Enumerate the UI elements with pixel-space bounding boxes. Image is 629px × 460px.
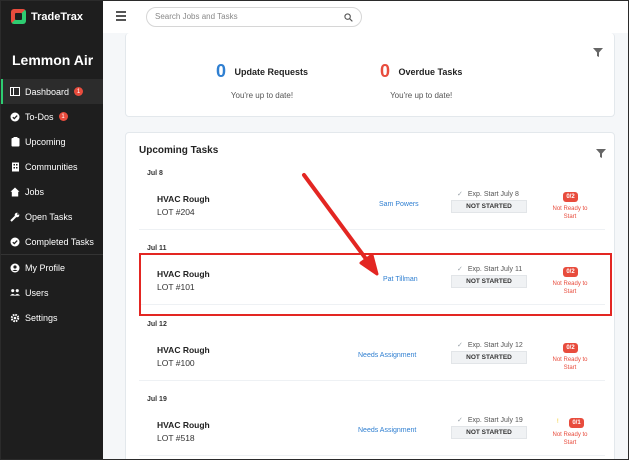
overdue-tasks-label: Overdue Tasks [398,66,463,77]
expected-start: ✓ Exp. Start July 19 [457,416,523,424]
expected-start-text: Exp. Start July 8 [467,191,519,198]
sidebar-item-my-profile[interactable]: My Profile [1,255,103,280]
annotation-highlight-box [139,253,612,316]
clipboard-icon [10,136,20,147]
task-name[interactable]: HVAC Rough [157,194,210,204]
checklist-count-badge[interactable]: 0/1 [569,418,584,428]
checklist-count-badge[interactable]: 0/2 [563,343,578,353]
expected-start: ✓ Exp. Start July 12 [457,341,523,349]
check-icon: ✓ [457,191,463,198]
sidebar-item-users[interactable]: Users [1,280,103,305]
sidebar-item-label: Completed Tasks [25,236,94,247]
status-badge[interactable]: NOT STARTED [451,200,527,213]
expected-start: ✓ Exp. Start July 8 [457,190,519,198]
status-badge[interactable]: NOT STARTED [451,426,527,439]
filter-icon[interactable] [596,149,606,158]
update-requests-label: Update Requests [234,66,308,77]
task-name[interactable]: HVAC Rough [157,420,210,430]
check-circle-icon [10,237,20,247]
status-badge[interactable]: NOT STARTED [451,351,527,364]
sidebar-item-jobs[interactable]: Jobs [1,179,103,204]
overdue-tasks-subtext: You're up to date! [390,91,453,100]
sidebar-item-label: My Profile [25,262,66,273]
app-window: TradeTrax Lemmon Air Dashboard 1 To-Dos … [0,0,629,460]
overdue-tasks-stat[interactable]: 0 Overdue Tasks You're up to date! [380,61,462,100]
task-name[interactable]: HVAC Rough [157,345,210,355]
update-requests-stat[interactable]: 0 Update Requests You're up to date! [216,61,308,100]
search-icon[interactable] [344,13,353,22]
notification-badge: 1 [58,112,68,121]
filter-icon[interactable] [593,48,603,57]
sidebar: TradeTrax Lemmon Air Dashboard 1 To-Dos … [1,1,103,459]
dashboard-icon [10,87,20,97]
logo-text: TradeTrax [31,10,83,23]
logo[interactable]: TradeTrax [11,9,83,24]
update-requests-count: 0 [216,61,227,81]
sidebar-item-label: Dashboard [25,86,70,97]
search-input[interactable] [155,12,335,21]
gear-icon [10,313,20,323]
sidebar-item-label: Jobs [25,186,45,197]
check-circle-icon [10,112,20,122]
sidebar-nav: Dashboard 1 To-Dos 1 Upcoming Communitie… [1,79,103,330]
wrench-icon [10,212,20,222]
overdue-tasks-count: 0 [380,61,391,81]
date-header: Jul 11 [147,245,167,252]
sidebar-item-label: To-Dos [25,111,54,122]
assignee-link[interactable]: Needs Assignment [358,352,416,359]
summary-card: 0 Update Requests You're up to date! 0 O… [125,33,615,117]
expected-start-text: Exp. Start July 12 [467,342,523,349]
search-box[interactable] [146,7,362,27]
sidebar-item-completed-tasks[interactable]: Completed Tasks [1,229,103,254]
company-name: Lemmon Air [12,52,94,68]
hamburger-menu-icon[interactable] [116,11,126,21]
building-icon [10,162,20,172]
date-header: Jul 12 [147,321,167,328]
task-lot: LOT #518 [157,433,195,443]
assignee-link[interactable]: Sam Powers [379,201,419,208]
sidebar-item-upcoming[interactable]: Upcoming [1,129,103,154]
checklist-count-badge[interactable]: 0/2 [563,192,578,202]
notification-badge: 1 [74,87,84,96]
home-icon [10,187,20,197]
readiness-text: Not Ready to Start [552,357,588,371]
upcoming-tasks-title: Upcoming Tasks [139,145,219,156]
task-lot: LOT #100 [157,358,195,368]
task-row[interactable]: HVAC Rough LOT #518 Needs Assignment ✓ Ex… [139,409,605,456]
task-row[interactable]: HVAC Rough LOT #100 Needs Assignment ✓ Ex… [139,334,605,381]
sidebar-item-dashboard[interactable]: Dashboard 1 [1,79,103,104]
readiness-text: Not Ready to Start [552,432,588,446]
sidebar-item-label: Open Tasks [25,211,73,222]
check-icon: ✓ [457,417,463,424]
expected-start-text: Exp. Start July 19 [467,417,523,424]
task-lot: LOT #204 [157,207,195,217]
tradetrax-logo-icon [11,9,26,24]
readiness-text: Not Ready to Start [552,206,588,220]
task-row[interactable]: HVAC Rough LOT #204 Sam Powers ✓ Exp. Sta… [139,183,605,230]
user-circle-icon [10,263,20,273]
update-requests-subtext: You're up to date! [230,91,294,100]
sidebar-item-settings[interactable]: Settings [1,305,103,330]
sidebar-item-label: Communities [25,161,78,172]
sidebar-item-open-tasks[interactable]: Open Tasks [1,204,103,229]
sidebar-item-todos[interactable]: To-Dos 1 [1,104,103,129]
sidebar-item-label: Users [25,287,49,298]
top-header [103,1,628,33]
date-header: Jul 8 [147,170,163,177]
users-icon [10,288,20,298]
date-header: Jul 19 [147,396,167,403]
assignee-link[interactable]: Needs Assignment [358,427,416,434]
check-icon: ✓ [457,342,463,349]
warning-icon: ! [557,419,559,425]
sidebar-item-label: Settings [25,312,58,323]
sidebar-item-label: Upcoming [25,136,66,147]
sidebar-item-communities[interactable]: Communities [1,154,103,179]
